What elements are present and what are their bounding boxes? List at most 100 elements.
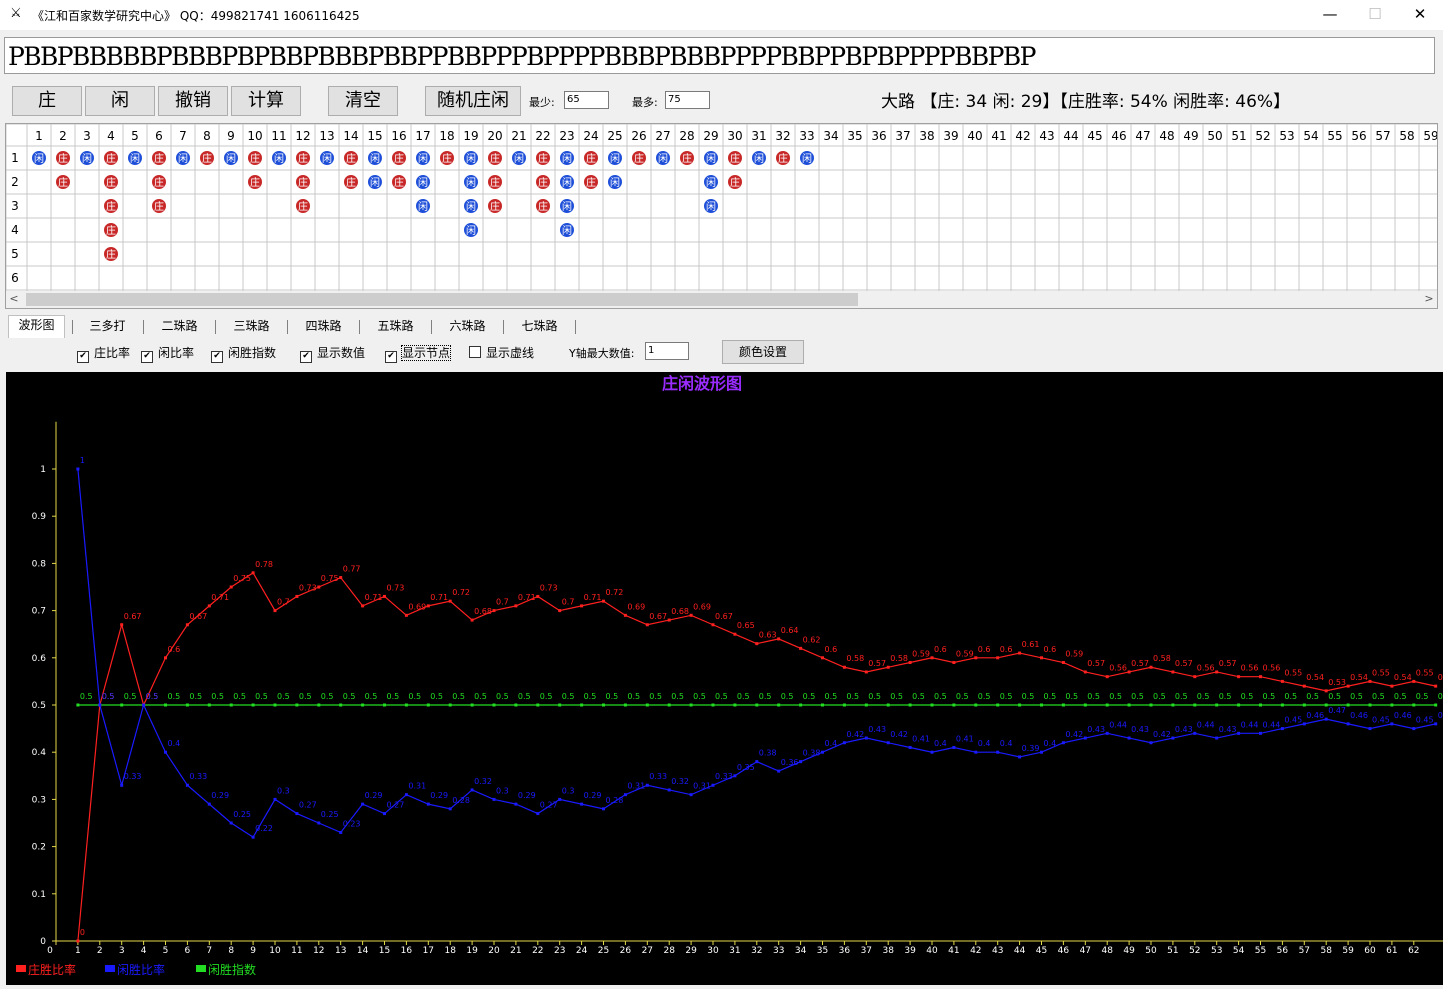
data-point xyxy=(1368,727,1372,731)
maximize-button[interactable]: ☐ xyxy=(1352,0,1398,30)
bead-label: 闲 xyxy=(802,152,812,165)
bead-label: 庄 xyxy=(778,152,788,165)
data-label: 0.54 xyxy=(1438,673,1443,682)
tab-three-bead[interactable]: 三珠路 xyxy=(224,317,279,335)
checkbox-icon[interactable]: ✔ xyxy=(385,351,397,363)
scroll-thumb[interactable] xyxy=(26,293,858,306)
player-button[interactable]: 闲 xyxy=(85,86,155,116)
checkbox-banker-ratio[interactable]: ✔ 庄比率 xyxy=(77,344,130,363)
undo-button[interactable]: 撤销 xyxy=(158,86,228,116)
bead-label: 闲 xyxy=(82,152,92,165)
banker-button[interactable]: 庄 xyxy=(12,86,82,116)
data-point xyxy=(76,703,80,707)
data-label: 0.57 xyxy=(868,659,886,668)
column-header: 36 xyxy=(871,129,886,143)
checkbox-icon[interactable]: ✔ xyxy=(211,351,223,363)
data-point xyxy=(404,613,408,617)
data-point xyxy=(623,613,627,617)
tab-four-bead[interactable]: 四珠路 xyxy=(296,317,351,335)
column-header: 1 xyxy=(35,129,43,143)
checkbox-icon[interactable]: ✔ xyxy=(77,351,89,363)
bead-label: 庄 xyxy=(634,152,644,165)
data-point xyxy=(1434,684,1438,688)
data-label: 0.46 xyxy=(1394,711,1412,720)
data-label: 0.5 xyxy=(1306,692,1319,701)
data-label: 0.68 xyxy=(671,607,689,616)
data-point xyxy=(777,769,781,773)
max-input[interactable]: 75 xyxy=(665,91,710,109)
legend-label: 闲胜指数 xyxy=(208,962,256,977)
minimize-button[interactable]: — xyxy=(1307,0,1353,30)
checkbox-icon[interactable]: ✔ xyxy=(300,351,312,363)
data-label: 0.5 xyxy=(1263,692,1276,701)
data-point xyxy=(536,703,540,707)
data-point xyxy=(864,703,868,707)
data-point xyxy=(842,703,846,707)
legend-label: 庄胜比率 xyxy=(28,962,76,977)
data-point xyxy=(1127,736,1131,740)
data-label: 0.69 xyxy=(627,602,645,611)
title-bar: ⚔ 《江和百家数学研究中心》 QQ：499821741 1606116425 —… xyxy=(0,0,1443,30)
tab-divider xyxy=(359,320,360,334)
tab-three-multi[interactable]: 三多打 xyxy=(80,317,135,335)
tab-seven-bead[interactable]: 七珠路 xyxy=(512,317,567,335)
checkbox-icon[interactable] xyxy=(469,346,481,358)
player-bead: 闲 xyxy=(703,150,719,166)
data-label: 0.61 xyxy=(1022,640,1040,649)
data-label: 0.5 xyxy=(846,692,859,701)
calculate-button[interactable]: 计算 xyxy=(231,86,301,116)
player-bead: 闲 xyxy=(127,150,143,166)
column-header: 33 xyxy=(799,129,814,143)
column-header: 19 xyxy=(463,129,478,143)
color-settings-button[interactable]: 颜色设置 xyxy=(722,340,804,364)
bead-label: 闲 xyxy=(562,152,572,165)
data-point xyxy=(1040,750,1043,754)
tab-waveform[interactable]: 波形图 xyxy=(8,315,65,338)
horizontal-scrollbar[interactable]: < > xyxy=(6,291,1437,308)
clear-button[interactable]: 清空 xyxy=(328,86,398,116)
banker-bead: 庄 xyxy=(247,150,263,166)
checkbox-player-ratio[interactable]: ✔ 闲比率 xyxy=(141,344,194,363)
data-label: 0.69 xyxy=(693,602,711,611)
tab-five-bead[interactable]: 五珠路 xyxy=(368,317,423,335)
checkbox-show-dashed[interactable]: 显示虚线 xyxy=(469,344,534,361)
data-point xyxy=(623,703,627,707)
data-label: 0.44 xyxy=(1241,720,1259,729)
data-label: 0.5 xyxy=(890,692,903,701)
column-header: 47 xyxy=(1135,129,1150,143)
checkbox-icon[interactable]: ✔ xyxy=(141,351,153,363)
y-tick-label: 0.7 xyxy=(32,607,46,617)
checkbox-show-nodes[interactable]: ✔ 显示节点 xyxy=(385,344,452,363)
data-point xyxy=(667,703,671,707)
tab-two-bead[interactable]: 二珠路 xyxy=(152,317,207,335)
data-label: 0.29 xyxy=(211,791,229,800)
tab-divider xyxy=(575,320,576,334)
data-point xyxy=(251,571,255,575)
random-button[interactable]: 随机庄闲 xyxy=(425,86,521,116)
data-point xyxy=(251,703,255,707)
x-tick-label: 4 xyxy=(141,946,147,956)
checkbox-player-index[interactable]: ✔ 闲胜指数 xyxy=(211,344,276,363)
data-label: 0.71 xyxy=(584,593,602,602)
checkbox-show-values[interactable]: ✔ 显示数值 xyxy=(300,344,365,363)
scroll-left-icon[interactable]: < xyxy=(6,291,22,308)
data-label: 0.72 xyxy=(452,588,470,597)
data-point xyxy=(645,783,649,787)
min-input[interactable]: 65 xyxy=(564,91,609,109)
banker-bead: 庄 xyxy=(535,150,551,166)
column-header: 41 xyxy=(991,129,1006,143)
tab-divider xyxy=(287,320,288,334)
data-point xyxy=(1302,684,1306,688)
data-point xyxy=(1149,741,1153,745)
bead-label: 庄 xyxy=(202,152,212,165)
close-button[interactable]: ✕ xyxy=(1397,0,1443,30)
banker-bead: 庄 xyxy=(391,150,407,166)
data-point xyxy=(120,783,124,787)
data-point xyxy=(886,741,890,745)
scroll-right-icon[interactable]: > xyxy=(1421,291,1437,308)
ymax-input[interactable]: 1 xyxy=(645,342,689,360)
sequence-input[interactable]: PBBPBBBBBPBBBPBPBBPBBBPBBPPBBPPPBPPPPBBB… xyxy=(4,37,1435,74)
data-label: 0.44 xyxy=(1197,720,1215,729)
tab-six-bead[interactable]: 六珠路 xyxy=(440,317,495,335)
x-tick-label: 23 xyxy=(554,946,565,956)
